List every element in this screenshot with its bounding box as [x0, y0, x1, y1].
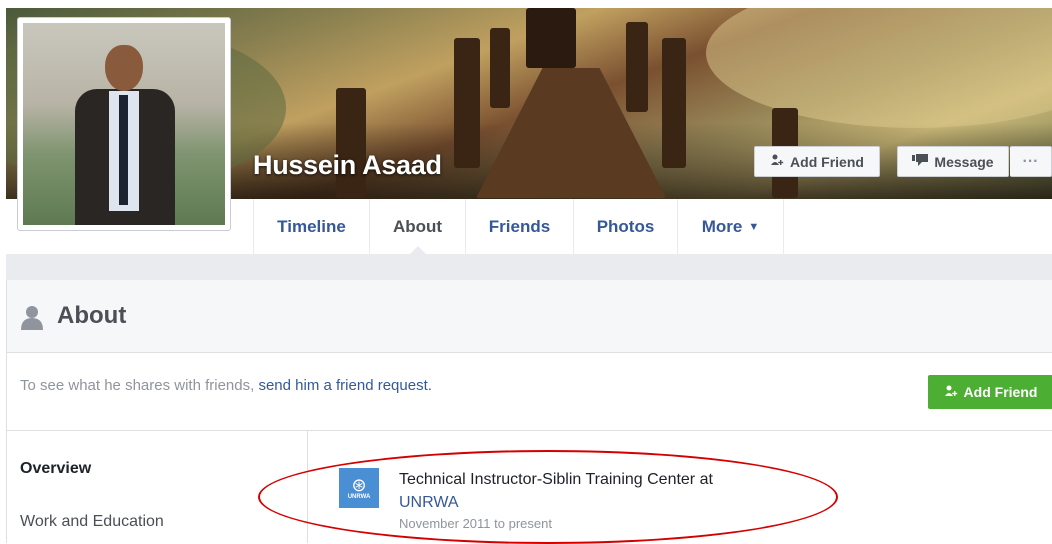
- cover-decor: [662, 38, 686, 168]
- profile-photo: [23, 23, 225, 225]
- message-icon: [912, 154, 929, 169]
- separator-band: [6, 254, 1052, 280]
- photo-decor: [105, 45, 143, 91]
- about-header: About: [7, 280, 1052, 353]
- cover-decor: [490, 28, 510, 108]
- message-button[interactable]: Message: [897, 146, 1009, 177]
- tab-photos[interactable]: Photos: [574, 199, 678, 254]
- send-friend-request-link[interactable]: send him a friend request.: [258, 377, 431, 394]
- tab-about[interactable]: About: [370, 199, 466, 254]
- sidenav-item-overview[interactable]: Overview: [20, 460, 91, 478]
- tab-timeline[interactable]: Timeline: [254, 199, 370, 254]
- friend-request-notice: To see what he shares with friends, send…: [20, 377, 432, 394]
- add-friend-button[interactable]: Add Friend: [754, 146, 880, 177]
- tab-friends[interactable]: Friends: [466, 199, 574, 254]
- cover-decor: [706, 8, 1052, 128]
- cover-decor: [336, 88, 366, 198]
- add-friend-green-button[interactable]: Add Friend: [928, 375, 1052, 409]
- profile-picture[interactable]: [17, 17, 231, 231]
- tab-more-label: More: [701, 216, 743, 236]
- person-icon: [19, 304, 45, 330]
- about-title: About: [57, 302, 127, 329]
- add-friend-green-label: Add Friend: [963, 384, 1038, 400]
- cover-decor: [526, 8, 576, 68]
- cover-decor: [454, 38, 480, 168]
- more-options-button[interactable]: ···: [1010, 146, 1052, 177]
- tab-more[interactable]: More ▼: [678, 199, 784, 254]
- sidenav-item-work-education[interactable]: Work and Education: [20, 513, 164, 531]
- chevron-down-icon: ▼: [748, 220, 760, 233]
- profile-name[interactable]: Hussein Asaad: [253, 150, 442, 181]
- notice-text: To see what he shares with friends,: [20, 377, 259, 394]
- add-friend-icon: [944, 384, 958, 401]
- photo-decor: [119, 95, 128, 205]
- profile-tabs: Timeline About Friends Photos More ▼: [253, 199, 784, 254]
- add-friend-label: Add Friend: [790, 153, 864, 170]
- annotation-ellipse: [258, 450, 838, 544]
- cover-decor: [626, 22, 648, 112]
- add-friend-icon: [770, 153, 784, 170]
- message-label: Message: [934, 153, 994, 170]
